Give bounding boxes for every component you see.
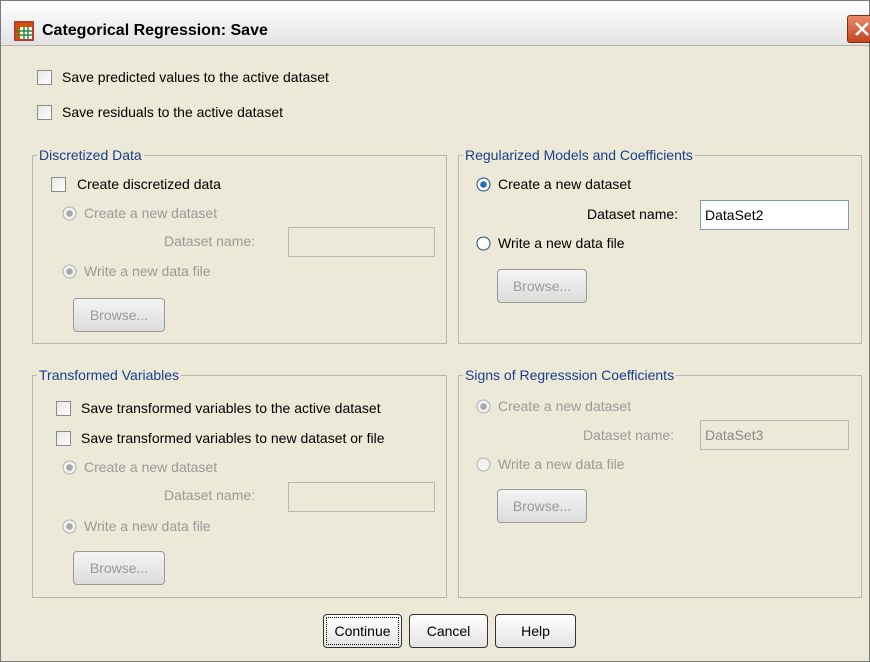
save-transformed-active-label: Save transformed variables to the active… <box>81 400 381 416</box>
discretized-new-dataset-radio[interactable] <box>62 206 77 221</box>
help-button[interactable]: Help <box>495 614 576 648</box>
dialog-window: Categorical Regression: Save Save predic… <box>0 0 870 662</box>
save-predicted-label: Save predicted values to the active data… <box>62 69 329 85</box>
regularized-dataset-name-field[interactable]: DataSet2 <box>700 200 849 230</box>
signs-write-file-radio[interactable] <box>476 457 491 472</box>
save-predicted-checkbox[interactable] <box>37 70 52 85</box>
regularized-dataset-name-label: Dataset name: <box>587 206 679 222</box>
save-residuals-label: Save residuals to the active dataset <box>62 104 284 120</box>
signs-dataset-name-field[interactable]: DataSet3 <box>700 420 849 450</box>
regularized-new-dataset-radio[interactable] <box>476 177 491 192</box>
discretized-new-dataset-label: Create a new dataset <box>84 205 218 221</box>
transformed-variables-title: Transformed Variables <box>37 366 182 384</box>
signs-coefficients-title: Signs of Regresssion Coefficients <box>463 366 677 384</box>
transformed-new-dataset-radio[interactable] <box>62 460 77 475</box>
discretized-browse-button[interactable]: Browse... <box>73 298 165 332</box>
create-discretized-label: Create discretized data <box>77 176 221 192</box>
transformed-browse-button[interactable]: Browse... <box>73 551 165 585</box>
discretized-write-file-label: Write a new data file <box>84 263 211 279</box>
signs-write-file-label: Write a new data file <box>498 456 625 472</box>
cancel-button[interactable]: Cancel <box>409 614 488 648</box>
signs-browse-button[interactable]: Browse... <box>497 489 587 523</box>
regularized-write-file-radio[interactable] <box>476 236 491 251</box>
continue-button[interactable]: Continue <box>323 614 402 648</box>
transformed-new-dataset-label: Create a new dataset <box>84 459 218 475</box>
discretized-data-title: Discretized Data <box>37 146 144 164</box>
transformed-dataset-name-field[interactable] <box>288 482 435 512</box>
save-residuals-checkbox[interactable] <box>37 105 52 120</box>
close-icon <box>855 22 869 36</box>
create-discretized-checkbox[interactable] <box>51 177 66 192</box>
discretized-dataset-name-label: Dataset name: <box>164 233 256 249</box>
discretized-dataset-name-field[interactable] <box>288 227 435 257</box>
regularized-browse-button[interactable]: Browse... <box>497 269 587 303</box>
regularized-write-file-label: Write a new data file <box>498 235 625 251</box>
save-transformed-new-label: Save transformed variables to new datase… <box>81 430 385 446</box>
window-title: Categorical Regression: Save <box>42 22 268 39</box>
save-transformed-active-checkbox[interactable] <box>56 401 71 416</box>
signs-new-dataset-label: Create a new dataset <box>498 398 632 414</box>
discretized-write-file-radio[interactable] <box>62 264 77 279</box>
spss-data-grid-icon <box>14 21 34 41</box>
signs-dataset-name-label: Dataset name: <box>583 427 675 443</box>
regularized-models-title: Regularized Models and Coefficients <box>463 146 695 164</box>
title-bar: Categorical Regression: Save <box>1 1 870 46</box>
close-button[interactable] <box>847 15 870 43</box>
transformed-write-file-label: Write a new data file <box>84 518 211 534</box>
regularized-new-dataset-label: Create a new dataset <box>498 176 632 192</box>
signs-new-dataset-radio[interactable] <box>476 399 491 414</box>
save-transformed-new-checkbox[interactable] <box>56 431 71 446</box>
transformed-dataset-name-label: Dataset name: <box>164 487 256 503</box>
transformed-write-file-radio[interactable] <box>62 519 77 534</box>
